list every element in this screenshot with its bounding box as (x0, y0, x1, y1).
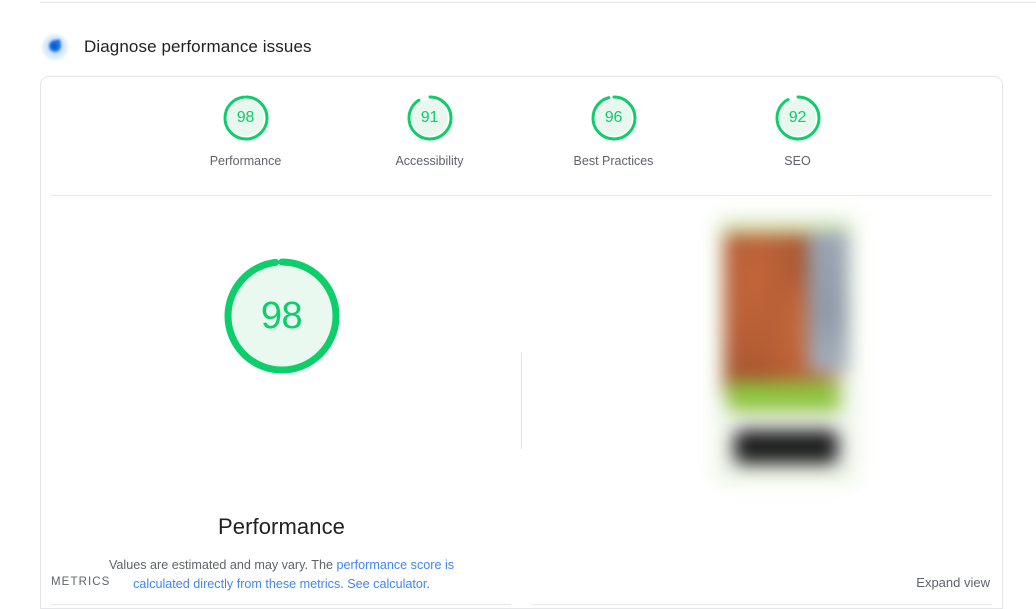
page-screenshot-preview[interactable] (710, 206, 862, 488)
gauge-ring-icon: 96 (590, 94, 638, 142)
top-divider (40, 2, 1036, 3)
screenshot-column (522, 196, 1002, 570)
performance-gauge: 98 (220, 254, 344, 378)
category-gauge-best-practices[interactable]: 96 Best Practices (554, 94, 674, 196)
performance-score-value: 98 (260, 294, 303, 337)
metrics-section-label: METRICS (51, 576, 111, 588)
gauge-value: 96 (604, 109, 623, 126)
gauge-label: Accessibility (395, 154, 464, 168)
section-header: Diagnose performance issues (40, 32, 312, 62)
category-gauge-accessibility[interactable]: 91 Accessibility (370, 94, 490, 196)
gauge-label: Best Practices (573, 154, 654, 168)
lighthouse-report-card: 98 Performance 91 Accessibility 96 Best … (40, 76, 1003, 609)
category-gauge-performance[interactable]: 98 Performance (186, 94, 306, 196)
gauge-ring-icon: 91 (406, 94, 454, 142)
footer-divider-right (532, 604, 992, 605)
category-gauge-seo[interactable]: 92 SEO (738, 94, 858, 196)
report-body: 98 Performance Values are estimated and … (41, 196, 1002, 591)
gauge-ring-icon: 98 (222, 94, 270, 142)
category-score-strip: 98 Performance 91 Accessibility 96 Best … (41, 94, 1002, 196)
report-footer: METRICS Expand view (41, 568, 1002, 608)
gauge-value: 91 (420, 109, 439, 126)
gauge-ring-icon: 92 (774, 94, 822, 142)
gauge-value: 92 (788, 109, 807, 126)
gauge-label: SEO (784, 154, 811, 168)
performance-score-label: Performance (217, 514, 346, 539)
footer-divider-left (51, 604, 511, 605)
performance-summary-column: 98 Performance Values are estimated and … (41, 196, 522, 591)
page-title: Diagnose performance issues (84, 37, 312, 56)
expand-view-button[interactable]: Expand view (916, 575, 990, 590)
gauge-value: 98 (236, 109, 255, 126)
gauge-label: Performance (209, 154, 282, 168)
lighthouse-icon (40, 32, 70, 62)
blurred-screenshot-image (710, 206, 862, 488)
